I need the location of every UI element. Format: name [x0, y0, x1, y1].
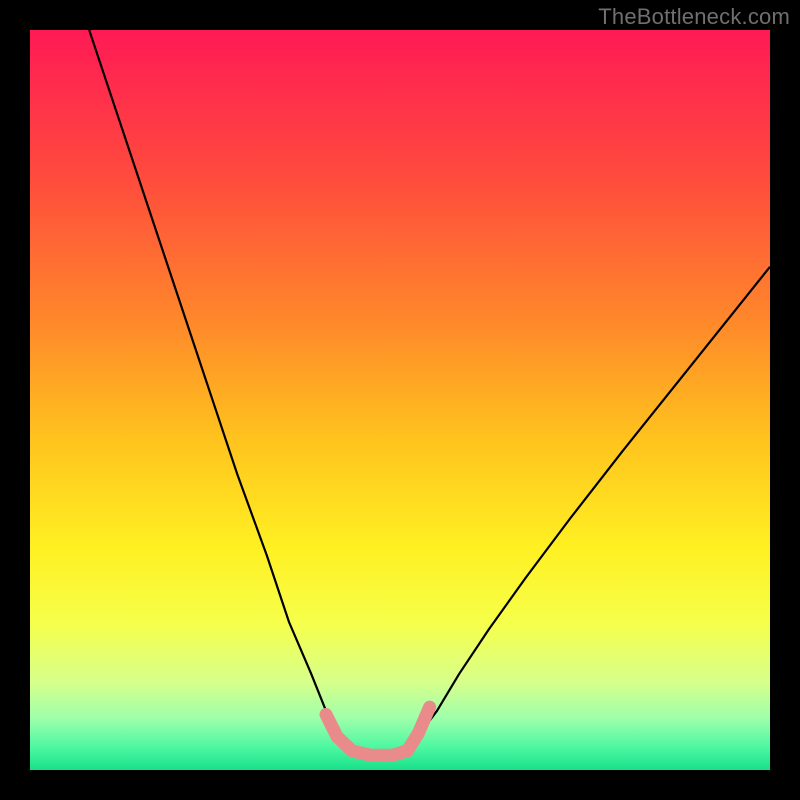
plot-area: [30, 30, 770, 770]
chart-background: [30, 30, 770, 770]
chart-frame: TheBottleneck.com: [0, 0, 800, 800]
watermark-text: TheBottleneck.com: [598, 4, 790, 30]
chart-svg: [30, 30, 770, 770]
